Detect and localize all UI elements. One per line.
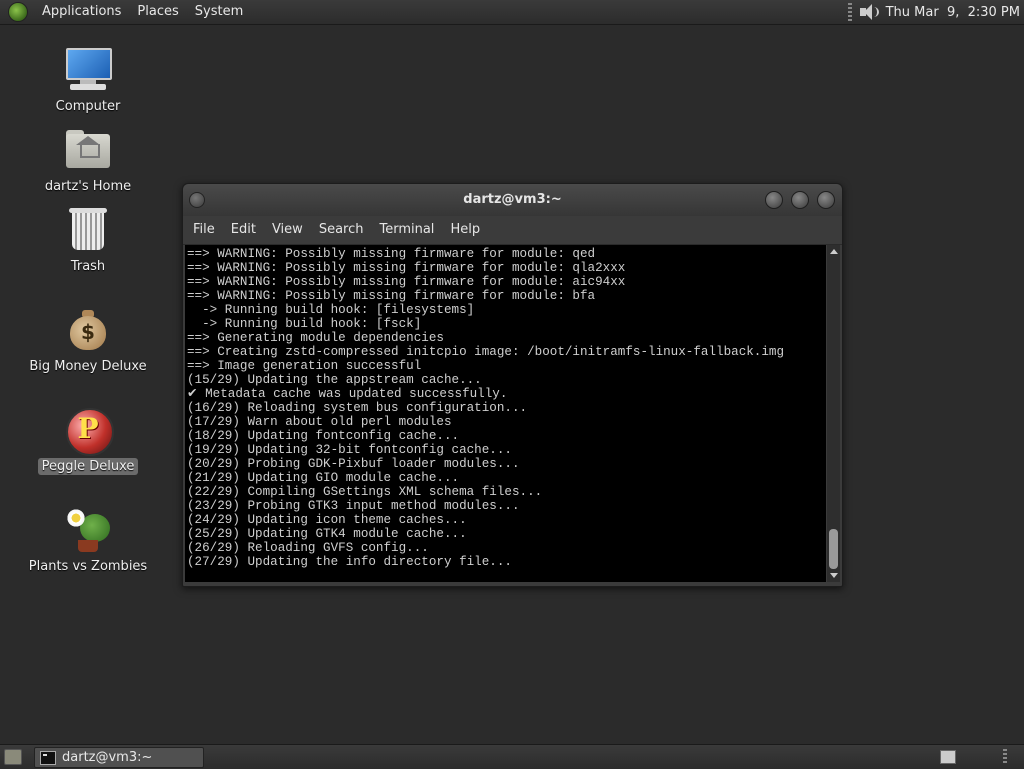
menu-search[interactable]: Search xyxy=(311,216,372,244)
peggle-icon: P xyxy=(64,406,114,456)
trash-icon xyxy=(64,206,112,254)
home-folder-icon xyxy=(64,126,112,174)
terminal-window[interactable]: dartz@vm3:~ File Edit View Search Termin… xyxy=(182,183,843,587)
terminal-menubar: File Edit View Search Terminal Help xyxy=(183,216,842,245)
taskbar-item-terminal[interactable]: dartz@vm3:~ xyxy=(34,747,204,768)
plants-vs-zombies-icon xyxy=(64,506,112,554)
menu-system[interactable]: System xyxy=(187,0,251,24)
desktop-icon-label: Peggle Deluxe xyxy=(37,458,139,475)
terminal-output: ==> WARNING: Possibly missing firmware f… xyxy=(187,247,785,569)
workspace-switcher[interactable] xyxy=(940,750,956,764)
desktop-icon-trash[interactable]: Trash xyxy=(18,206,158,275)
menu-help[interactable]: Help xyxy=(442,216,488,244)
minimize-button[interactable] xyxy=(765,191,783,209)
computer-icon xyxy=(64,46,112,94)
desktop-icon-label: Big Money Deluxe xyxy=(29,359,147,374)
distro-logo-icon[interactable] xyxy=(8,2,28,22)
money-bag-icon: $ xyxy=(64,306,112,354)
menu-edit[interactable]: Edit xyxy=(223,216,264,244)
scroll-up-arrow-icon[interactable] xyxy=(830,249,838,254)
scrollbar-thumb[interactable] xyxy=(829,529,838,569)
menu-terminal[interactable]: Terminal xyxy=(371,216,442,244)
terminal-output-area[interactable]: ==> WARNING: Possibly missing firmware f… xyxy=(185,245,826,582)
panel-handle xyxy=(1003,749,1007,765)
desktop-icon-label: Trash xyxy=(70,259,106,274)
top-panel: Applications Places System Thu Mar 9, 2:… xyxy=(0,0,1024,25)
scroll-down-arrow-icon[interactable] xyxy=(830,573,838,578)
clock[interactable]: Thu Mar 9, 2:30 PM xyxy=(886,5,1020,20)
window-title: dartz@vm3:~ xyxy=(463,192,562,207)
desktop-icon-label: dartz's Home xyxy=(44,179,132,194)
desktop-icon-computer[interactable]: Computer xyxy=(18,46,158,115)
desktop-icon-peggle[interactable]: P Peggle Deluxe xyxy=(18,406,158,475)
terminal-scrollbar[interactable] xyxy=(827,245,840,582)
desktop-icon-home[interactable]: dartz's Home xyxy=(18,126,158,195)
desktop-icon-big-money[interactable]: $ Big Money Deluxe xyxy=(18,306,158,375)
window-titlebar[interactable]: dartz@vm3:~ xyxy=(183,184,842,216)
panel-handle xyxy=(847,3,852,21)
terminal-icon xyxy=(40,750,56,765)
close-button[interactable] xyxy=(817,191,835,209)
menu-file[interactable]: File xyxy=(185,216,223,244)
volume-icon[interactable] xyxy=(858,3,879,21)
desktop-icon-label: Plants vs Zombies xyxy=(28,559,148,574)
menu-applications[interactable]: Applications xyxy=(34,0,129,24)
desktop-icon-label: Computer xyxy=(55,99,121,114)
show-desktop-icon[interactable] xyxy=(4,749,22,765)
maximize-button[interactable] xyxy=(791,191,809,209)
desktop-icon-plants-vs-zombies[interactable]: Plants vs Zombies xyxy=(18,506,158,575)
menu-view[interactable]: View xyxy=(264,216,311,244)
bottom-panel: dartz@vm3:~ xyxy=(0,744,1024,769)
menu-places[interactable]: Places xyxy=(129,0,186,24)
taskbar-item-label: dartz@vm3:~ xyxy=(62,750,153,765)
